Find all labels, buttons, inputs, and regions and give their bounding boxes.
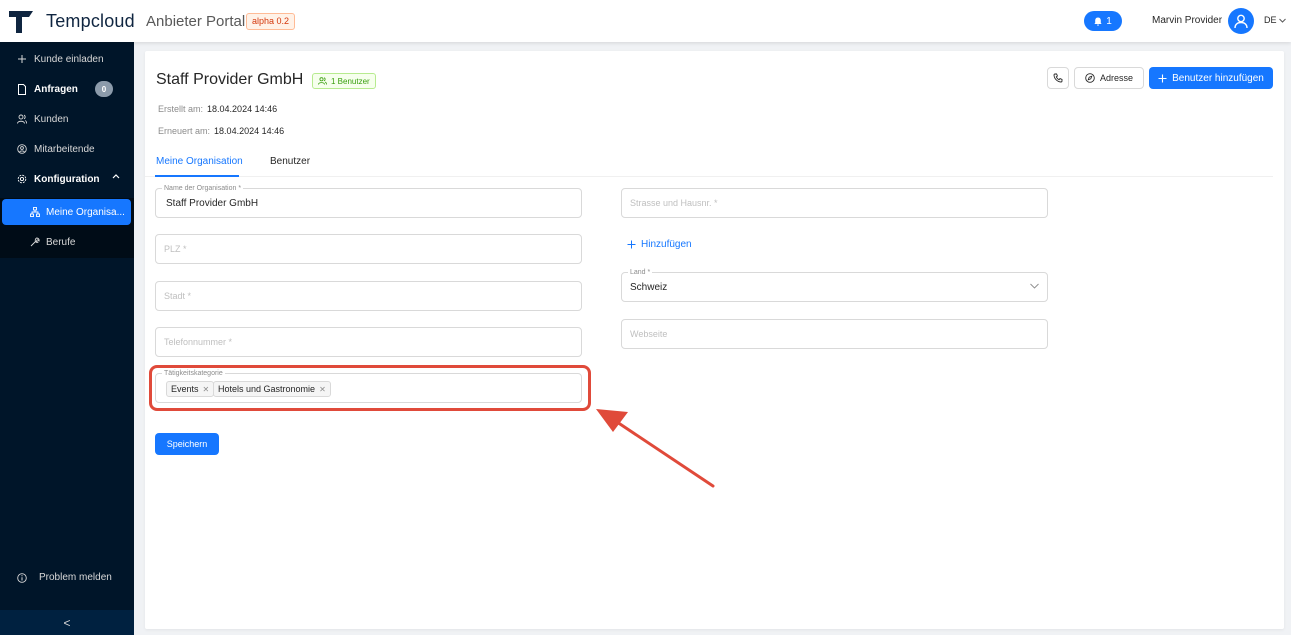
phone-placeholder: Telefonnummer * bbox=[164, 337, 233, 347]
sidebar-item-invite-customer[interactable]: Kunde einladen bbox=[0, 44, 134, 74]
plus-icon bbox=[1158, 74, 1167, 82]
notifications-button[interactable]: 1 bbox=[1084, 11, 1122, 31]
users-count-label: 1 Benutzer bbox=[331, 76, 370, 86]
version-badge: alpha 0.2 bbox=[246, 13, 296, 30]
annotation-highlight-box bbox=[149, 365, 591, 411]
country-label: Land * bbox=[628, 268, 653, 277]
chevron-down-icon bbox=[1278, 18, 1286, 23]
save-button[interactable]: Speichern bbox=[155, 433, 219, 455]
sidebar-item-label: Kunden bbox=[34, 113, 69, 125]
users-icon bbox=[318, 77, 327, 85]
compass-icon bbox=[1085, 73, 1095, 83]
avatar[interactable] bbox=[1228, 8, 1254, 34]
plus-icon bbox=[17, 54, 27, 64]
chevron-down-icon bbox=[1030, 283, 1039, 289]
sidebar-item-employees[interactable]: Mitarbeitende bbox=[0, 134, 134, 164]
globe-users-icon bbox=[17, 144, 27, 154]
website-placeholder: Webseite bbox=[630, 329, 668, 339]
org-name-field[interactable]: Name der Organisation * Staff Provider G… bbox=[155, 184, 582, 218]
street-placeholder: Strasse und Hausnr. * bbox=[630, 198, 718, 208]
tab-my-organization[interactable]: Meine Organisation bbox=[156, 156, 243, 167]
city-placeholder: Stadt * bbox=[164, 291, 192, 301]
requests-count-badge: 0 bbox=[95, 81, 113, 97]
created-value: 18.04.2024 14:46 bbox=[207, 104, 278, 114]
sidebar-item-label: Meine Organisa... bbox=[46, 206, 125, 218]
sidebar-item-label: Konfiguration bbox=[34, 173, 100, 185]
active-tab-indicator bbox=[155, 175, 239, 177]
phone-field[interactable]: Telefonnummer * bbox=[155, 327, 582, 357]
tool-icon bbox=[30, 237, 40, 247]
sidebar-collapse-button[interactable]: < bbox=[0, 610, 134, 635]
street-field[interactable]: Strasse und Hausnr. * bbox=[621, 188, 1048, 218]
report-problem-button[interactable]: Problem melden bbox=[17, 572, 112, 583]
user-icon bbox=[1234, 14, 1248, 29]
sidebar-item-label: Anfragen bbox=[34, 83, 78, 95]
add-address-link[interactable]: Hinzufügen bbox=[627, 239, 692, 250]
portal-name: Anbieter Portal bbox=[146, 13, 246, 30]
content-card: Staff Provider GmbH 1 Benutzer Erstellt … bbox=[145, 51, 1284, 629]
report-problem-label: Problem melden bbox=[39, 572, 112, 583]
info-circle-icon bbox=[17, 572, 27, 583]
sidebar-item-requests[interactable]: Anfragen 0 bbox=[0, 74, 134, 104]
tab-users[interactable]: Benutzer bbox=[270, 156, 310, 167]
sidebar-item-professions[interactable]: Berufe bbox=[30, 229, 75, 255]
phone-button[interactable] bbox=[1047, 67, 1069, 89]
country-select[interactable]: Land * Schweiz bbox=[621, 268, 1048, 302]
sidebar-item-configuration[interactable]: Konfiguration bbox=[0, 164, 134, 194]
sidebar-item-my-organization[interactable]: Meine Organisa... bbox=[2, 199, 131, 225]
address-button-label: Adresse bbox=[1099, 73, 1134, 83]
sidebar-item-customers[interactable]: Kunden bbox=[0, 104, 134, 134]
add-user-button-label: Benutzer hinzufügen bbox=[1172, 72, 1264, 84]
website-field[interactable]: Webseite bbox=[621, 319, 1048, 349]
top-header: Tempcloud Anbieter Portal alpha 0.2 1 Ma… bbox=[0, 0, 1291, 42]
notifications-count: 1 bbox=[1106, 15, 1112, 27]
brand-name[interactable]: Tempcloud bbox=[46, 11, 135, 32]
tab-bar: Meine Organisation Benutzer bbox=[145, 150, 1273, 177]
phone-icon bbox=[1053, 73, 1063, 83]
plz-placeholder: PLZ * bbox=[164, 244, 187, 254]
add-address-label: Hinzufügen bbox=[641, 239, 692, 250]
language-selector[interactable]: DE bbox=[1264, 15, 1286, 25]
plus-icon bbox=[627, 240, 636, 249]
chevron-left-icon: < bbox=[63, 615, 71, 630]
language-value: DE bbox=[1264, 15, 1277, 25]
created-label: Erstellt am bbox=[158, 104, 201, 114]
sidebar: Kunde einladen Anfragen 0 Kunden Mitarbe… bbox=[0, 42, 134, 635]
page-title: Staff Provider GmbH bbox=[156, 71, 304, 88]
city-field[interactable]: Stadt * bbox=[155, 281, 582, 311]
sidebar-item-label: Mitarbeitende bbox=[34, 143, 95, 155]
country-value: Schweiz bbox=[630, 282, 668, 293]
users-count-tag[interactable]: 1 Benutzer bbox=[312, 73, 376, 89]
updated-value: 18.04.2024 14:46 bbox=[214, 126, 285, 136]
tempcloud-logo-icon[interactable] bbox=[7, 7, 35, 35]
chevron-up-icon bbox=[112, 174, 120, 179]
sidebar-item-label: Kunde einladen bbox=[34, 53, 104, 65]
document-icon bbox=[17, 83, 27, 95]
address-button[interactable]: Adresse bbox=[1074, 67, 1144, 89]
created-meta: Erstellt am: 18.04.2024 14:46 bbox=[158, 104, 278, 114]
sidebar-item-label: Berufe bbox=[46, 236, 76, 248]
updated-meta: Erneuert am: 18.04.2024 14:46 bbox=[158, 126, 285, 136]
updated-label: Erneuert am bbox=[158, 126, 208, 136]
add-user-button[interactable]: Benutzer hinzufügen bbox=[1149, 67, 1273, 89]
user-name[interactable]: Marvin Provider bbox=[1152, 15, 1222, 26]
bell-icon bbox=[1094, 17, 1102, 26]
organization-icon bbox=[30, 207, 40, 217]
gear-icon bbox=[17, 174, 27, 184]
org-name-label: Name der Organisation * bbox=[162, 184, 244, 193]
users-icon bbox=[17, 114, 27, 124]
plz-field[interactable]: PLZ * bbox=[155, 234, 582, 264]
org-name-value: Staff Provider GmbH bbox=[166, 198, 259, 209]
